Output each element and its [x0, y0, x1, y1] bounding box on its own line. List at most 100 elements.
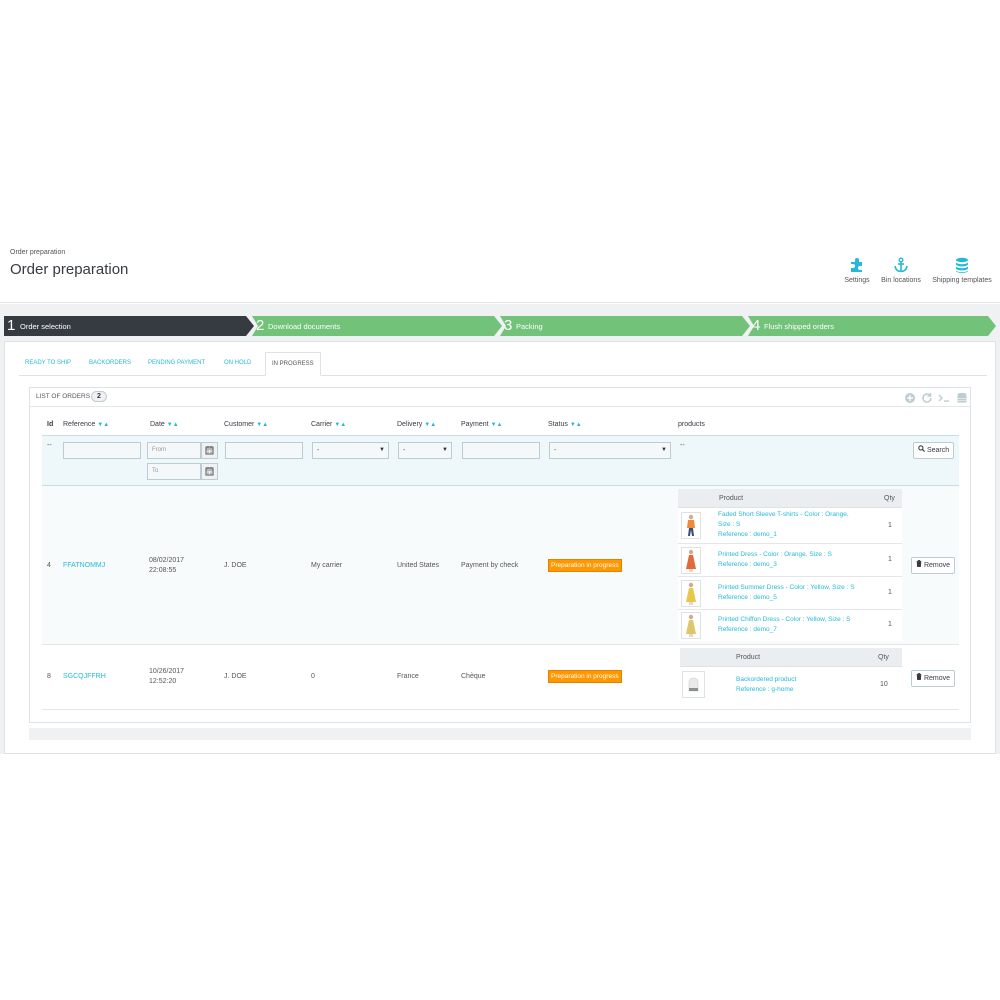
anchor-icon — [894, 257, 908, 273]
payment-filter-input[interactable] — [462, 442, 540, 459]
product-thumbnail — [681, 547, 701, 574]
column-header-customer[interactable]: Customer ▼▲ — [224, 421, 268, 428]
product-qty: 1 — [888, 589, 892, 596]
status-badge: Preparation in progress — [548, 670, 622, 683]
order-payment: Chèque — [461, 673, 486, 680]
product-row: Faded Short Sleeve T-shirts - Color : Or… — [678, 508, 902, 544]
product-link[interactable]: Printed Dress - Color : Orange, Size : S… — [718, 550, 832, 570]
order-id: 4 — [47, 562, 51, 569]
order-products-table: Product Qty Faded Short Sleeve T-shirts … — [678, 489, 902, 641]
breadcrumb[interactable]: Order preparation — [10, 249, 65, 256]
product-link[interactable]: Faded Short Sleeve T-shirts - Color : Or… — [718, 510, 849, 540]
column-header-delivery[interactable]: Delivery ▼▲ — [397, 421, 436, 428]
sort-arrows-icon[interactable]: ▼▲ — [491, 422, 503, 428]
page-header: Order preparation Order preparation Sett… — [0, 243, 1000, 303]
column-header-payment[interactable]: Payment ▼▲ — [461, 421, 502, 428]
step-order-selection[interactable]: 1 Order selection — [4, 316, 254, 336]
step-download-documents[interactable]: 2 Download documents — [252, 316, 502, 336]
sort-arrows-icon[interactable]: ▼▲ — [97, 422, 109, 428]
search-button-label: Search — [926, 447, 950, 454]
filter-row: -- From To - ▼ - ▼ - ▼ -- Search — [42, 435, 959, 486]
column-header-products: products — [678, 421, 705, 428]
add-icon[interactable] — [904, 392, 916, 404]
remove-button[interactable]: Remove — [911, 557, 956, 574]
delivery-filter-select[interactable]: - ▼ — [398, 442, 452, 459]
sql-query-icon[interactable] — [938, 392, 950, 404]
table-row[interactable]: 8 SGCQJFFRH 10/26/2017 12:52:20 J. DOE 0… — [42, 645, 959, 710]
product-reference: Reference : demo_1 — [718, 531, 777, 538]
date-to-input[interactable]: To — [147, 463, 201, 480]
column-header-label: Carrier — [311, 421, 333, 428]
step-label: Order selection — [20, 322, 71, 331]
dropdown-caret-icon: ▼ — [379, 447, 385, 453]
reference-filter-input[interactable] — [63, 442, 141, 459]
column-header-label: Customer — [224, 421, 255, 428]
sort-arrows-icon[interactable]: ▼▲ — [424, 422, 436, 428]
sort-arrows-icon[interactable]: ▼▲ — [570, 422, 582, 428]
table-row[interactable]: 4 FFATNOMMJ 08/02/2017 22:08:55 J. DOE M… — [42, 486, 959, 645]
calendar-icon — [205, 467, 214, 476]
status-filter-select[interactable]: - ▼ — [549, 442, 671, 459]
order-date: 08/02/2017 — [149, 557, 185, 564]
order-reference-link[interactable]: SGCQJFFRH — [63, 673, 106, 680]
step-label: Flush shipped orders — [764, 322, 835, 331]
order-customer: J. DOE — [224, 673, 247, 680]
shipping-templates-button[interactable]: Shipping templates — [928, 257, 996, 284]
sort-arrows-icon[interactable]: ▼▲ — [334, 422, 346, 428]
product-reference: Reference : demo_3 — [718, 561, 777, 568]
product-link[interactable]: Printed Summer Dress - Color : Yellow, S… — [718, 583, 855, 603]
settings-button[interactable]: Settings — [842, 257, 872, 284]
product-name: Printed Dress - Color : Orange, Size : S — [718, 551, 832, 558]
calendar-to-button[interactable] — [201, 463, 218, 480]
products-table-header: Product Qty — [678, 489, 902, 508]
sort-arrows-icon[interactable]: ▼▲ — [167, 422, 179, 428]
product-row: Backordered product Reference : g-home 1… — [680, 667, 902, 704]
product-name-cont: Size : S — [718, 521, 741, 528]
tabs-divider — [19, 375, 987, 376]
export-database-icon[interactable] — [956, 392, 968, 404]
step-label: Download documents — [268, 322, 341, 331]
sort-arrows-icon[interactable]: ▼▲ — [256, 422, 268, 428]
product-link[interactable]: Printed Chiffon Dress - Color : Yellow, … — [718, 615, 850, 635]
tab-pending-payment[interactable]: Pending payment — [142, 352, 211, 375]
tab-ready-to-ship[interactable]: Ready to ship — [19, 352, 77, 375]
product-qty: 1 — [888, 556, 892, 563]
column-header-status[interactable]: Status ▼▲ — [548, 421, 582, 428]
step-flush-shipped-orders[interactable]: 4 Flush shipped orders — [748, 316, 996, 336]
tab-on-hold[interactable]: On hold — [218, 352, 257, 375]
order-carrier: My carrier — [311, 562, 343, 569]
search-button[interactable]: Search — [913, 442, 955, 459]
panel-footer — [29, 728, 971, 740]
order-reference-link[interactable]: FFATNOMMJ — [63, 562, 105, 569]
column-header-date[interactable]: Date ▼▲ — [150, 421, 179, 428]
column-header-label: Date — [150, 421, 165, 428]
calendar-from-button[interactable] — [201, 442, 218, 459]
dropdown-caret-icon: ▼ — [661, 447, 667, 453]
order-products-table: Product Qty Backordered product Referenc… — [680, 648, 902, 704]
qty-header: Qty — [878, 654, 889, 661]
tab-backorders[interactable]: Backorders — [83, 352, 137, 375]
carrier-filter-select[interactable]: - ▼ — [312, 442, 389, 459]
trash-icon — [916, 673, 922, 681]
order-time: 12:52:20 — [149, 678, 177, 685]
date-from-input[interactable]: From — [147, 442, 201, 459]
product-link[interactable]: Backordered product Reference : g-home — [736, 675, 796, 695]
product-name: Printed Summer Dress - Color : Yellow, S… — [718, 584, 855, 591]
step-packing[interactable]: 3 Packing — [500, 316, 750, 336]
refresh-icon[interactable] — [921, 392, 933, 404]
select-value: - — [317, 447, 320, 454]
orders-panel: Ready to ship Backorders Pending payment… — [4, 341, 996, 754]
customer-filter-input[interactable] — [225, 442, 303, 459]
bin-locations-label: Bin locations — [881, 277, 921, 284]
order-customer: J. DOE — [224, 562, 247, 569]
column-header-carrier[interactable]: Carrier ▼▲ — [311, 421, 346, 428]
remove-button-label: Remove — [923, 562, 951, 569]
remove-button[interactable]: Remove — [911, 670, 956, 687]
order-delivery: United States — [397, 562, 440, 569]
speaker-product-image — [688, 677, 699, 692]
bin-locations-button[interactable]: Bin locations — [876, 257, 926, 284]
calendar-icon — [205, 446, 214, 455]
column-header-reference[interactable]: Reference ▼▲ — [63, 421, 109, 428]
tab-in-progress[interactable]: In progress — [265, 352, 321, 376]
product-thumbnail — [681, 612, 701, 639]
